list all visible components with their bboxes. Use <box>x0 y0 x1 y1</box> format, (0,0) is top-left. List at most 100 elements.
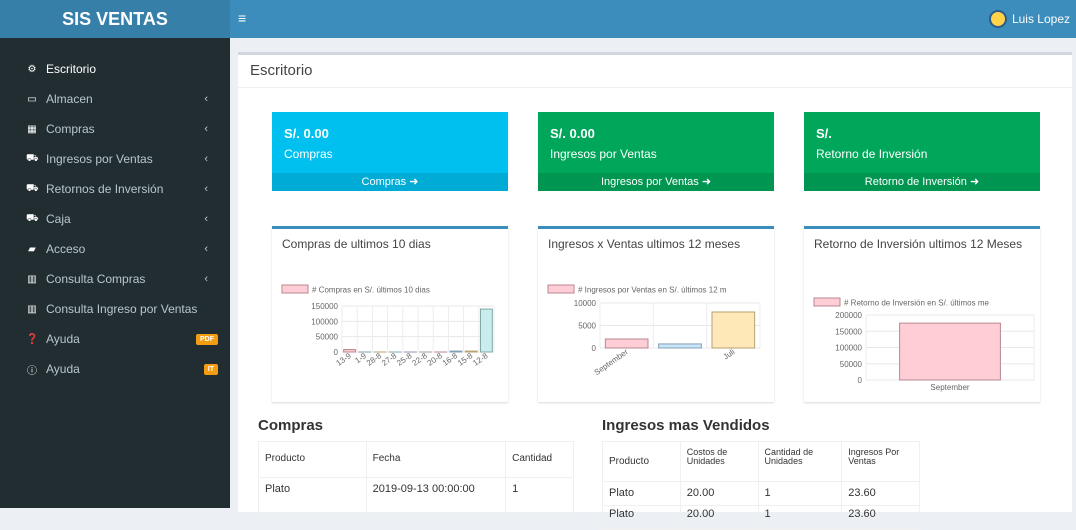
legend-label: # Compras en S/. últimos 10 dias <box>312 286 430 295</box>
sidebar-item-label: Consulta Compras <box>46 272 145 286</box>
legend-label: # Retorno de Inversión en S/. últimos me <box>844 299 990 308</box>
brand-logo[interactable]: SIS VENTAS <box>0 0 230 38</box>
chevron-left-icon: ‹ <box>204 243 208 255</box>
column-header: Cantidad de Unidades <box>758 442 842 482</box>
legend-swatch <box>548 285 574 293</box>
chevron-left-icon: ‹ <box>204 183 208 195</box>
sidebar-item-label: Caja <box>46 212 71 226</box>
table-cell: 1 <box>758 506 842 530</box>
dashboard-icon: ⚙ <box>26 64 38 75</box>
sidebar-item-retornos-de-inversi-n[interactable]: ⛟ Retornos de Inversión ‹ <box>0 174 230 204</box>
y-tick-label: 0 <box>858 376 863 385</box>
bar-chart-icon: ▥ <box>26 304 38 315</box>
menu-toggle-icon[interactable]: ≡ <box>238 11 246 25</box>
column-header: Fecha <box>366 442 505 478</box>
legend-label: # Ingresos por Ventas en S/. últimos 12 … <box>578 286 727 295</box>
top-navbar: SIS VENTAS ≡ Luis Lopez <box>0 0 1076 38</box>
legend-swatch <box>282 285 308 293</box>
y-tick-label: 10000 <box>574 299 597 308</box>
column-header: Cantidad <box>506 442 574 478</box>
sidebar-item-ayuda[interactable]: ⓘ Ayuda IT <box>0 354 230 384</box>
chevron-left-icon: ‹ <box>204 93 208 105</box>
laptop-icon: ▭ <box>26 94 38 105</box>
table-cell: 20.00 <box>680 482 758 506</box>
info-circle-icon: ⓘ <box>26 362 38 377</box>
sidebar-item-acceso[interactable]: ▰ Acceso ‹ <box>0 234 230 264</box>
badge: IT <box>204 364 218 375</box>
table-cell: 2019-09-13 00:00:00 <box>366 478 505 514</box>
cart-icon: ⛟ <box>26 213 38 226</box>
table-cell: 1 <box>506 478 574 514</box>
retorno-chart-box: Retorno de Inversión ultimos 12 Meses # … <box>804 226 1040 402</box>
x-tick-label: 12-8 <box>471 351 490 368</box>
user-menu[interactable]: Luis Lopez <box>989 10 1070 28</box>
y-tick-label: 50000 <box>840 360 863 369</box>
table-cell: 23.60 <box>842 506 920 530</box>
tile-value: S/. 0.00 <box>550 126 595 141</box>
sidebar-item-label: Acceso <box>46 242 85 256</box>
y-tick-label: 0 <box>334 348 339 357</box>
x-tick-label: Juli <box>721 347 736 361</box>
y-tick-label: 100000 <box>835 344 862 353</box>
bar-chart-icon: ▥ <box>26 274 38 285</box>
main-content: Escritorio S/. 0.00 Compras Compras ➜ S/… <box>230 38 1076 508</box>
x-tick-label: September <box>930 383 969 392</box>
th-icon: ▦ <box>26 124 38 135</box>
sidebar-item-label: Ayuda <box>46 332 80 346</box>
column-header: Producto <box>603 442 681 482</box>
cart-icon: ⛟ <box>26 183 38 196</box>
y-tick-label: 5000 <box>578 322 596 331</box>
sidebar-item-compras[interactable]: ▦Compras‹ <box>0 114 230 144</box>
retorno-tile-link[interactable]: Retorno de Inversión ➜ <box>804 173 1040 191</box>
sidebar-item-label: Retornos de Inversión <box>46 182 163 196</box>
compras-tile-link[interactable]: Compras ➜ <box>272 173 508 191</box>
table-cell: Plato <box>259 478 367 514</box>
table-row: Plato 20.00 1 23.60 <box>603 506 920 530</box>
column-header: Costos de Unidades <box>680 442 758 482</box>
sidebar-item-label: Ingresos por Ventas <box>46 152 153 166</box>
y-tick-label: 200000 <box>835 311 862 320</box>
compras-tile: S/. 0.00 Compras Compras ➜ <box>272 112 508 191</box>
compras-table-title: Compras <box>258 417 323 434</box>
column-header: Ingresos Por Ventas <box>842 442 920 482</box>
retorno-tile: S/. Retorno de Inversión Retorno de Inve… <box>804 112 1040 191</box>
retorno-chart: # Retorno de Inversión en S/. últimos me… <box>804 229 1040 402</box>
table-header-row: Producto Costos de Unidades Cantidad de … <box>603 442 920 482</box>
dashboard-box: Escritorio S/. 0.00 Compras Compras ➜ S/… <box>238 52 1072 512</box>
divider <box>238 87 1072 88</box>
sidebar-item-ingresos-por-ventas[interactable]: ⛟ Ingresos por Ventas ‹ <box>0 144 230 174</box>
tile-label: Retorno de Inversión <box>816 147 927 161</box>
tile-value: S/. <box>816 126 832 141</box>
y-tick-label: 50000 <box>316 333 339 342</box>
chevron-left-icon: ‹ <box>204 123 208 135</box>
sidebar-item-caja[interactable]: ⛟Caja‹ <box>0 204 230 234</box>
question-circle-icon: ❓ <box>26 334 38 345</box>
chevron-left-icon: ‹ <box>204 153 208 165</box>
sidebar-item-label: Almacen <box>46 92 93 106</box>
tile-value: S/. 0.00 <box>284 126 329 141</box>
x-tick-label: September <box>593 347 630 377</box>
column-header: Producto <box>259 442 367 478</box>
tile-label: Ingresos por Ventas <box>550 147 657 161</box>
sidebar-item-ayuda[interactable]: ❓AyudaPDF <box>0 324 230 354</box>
avatar <box>989 10 1007 28</box>
ingresos-table-title: Ingresos mas Vendidos <box>602 417 770 434</box>
table-row: Plato 20.00 1 23.60 <box>603 482 920 506</box>
table-row: Plato 2019-09-13 00:00:00 1 <box>259 478 574 514</box>
sidebar-item-consulta-compras[interactable]: ▥Consulta Compras‹ <box>0 264 230 294</box>
folder-icon: ▰ <box>26 244 38 255</box>
sidebar-item-label: Ayuda <box>46 362 80 376</box>
ingresos-tile-link[interactable]: Ingresos por Ventas ➜ <box>538 173 774 191</box>
sidebar-item-almacen[interactable]: ▭ Almacen ‹ <box>0 84 230 114</box>
compras-chart-box: Compras de ultimos 10 dias # Compras en … <box>272 226 508 402</box>
sidebar-item-escritorio[interactable]: ⚙ Escritorio <box>0 54 230 84</box>
y-tick-label: 0 <box>592 344 597 353</box>
sidebar-item-consulta-ingreso-por-ventas[interactable]: ▥ Consulta Ingreso por Ventas <box>0 294 230 324</box>
table-cell: 20.00 <box>680 506 758 530</box>
ingresos-tile: S/. 0.00 Ingresos por Ventas Ingresos po… <box>538 112 774 191</box>
sidebar-item-label: Consulta Ingreso por Ventas <box>46 302 197 316</box>
page-title: Escritorio <box>250 62 313 79</box>
sidebar-item-label: Escritorio <box>46 62 96 76</box>
chart-bar <box>712 312 755 348</box>
cart-icon: ⛟ <box>26 153 38 166</box>
